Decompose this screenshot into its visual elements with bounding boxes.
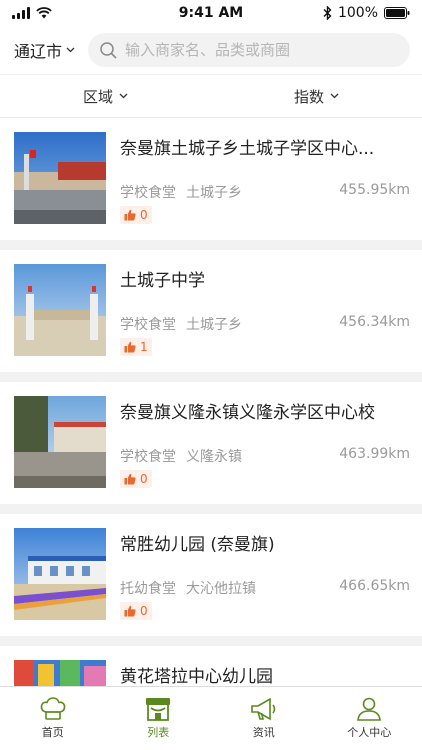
search-box[interactable] <box>88 33 410 67</box>
chef-hat-icon <box>40 697 66 720</box>
listing-category: 学校食堂 <box>120 185 176 201</box>
city-selector[interactable]: 通辽市 <box>14 38 88 62</box>
battery-status: 100% <box>323 5 410 21</box>
filter-bar: 区域 指数 <box>0 74 422 118</box>
like-count: 1 <box>140 340 148 354</box>
listing-category: 学校食堂 <box>120 449 176 465</box>
filter-region-label: 区域 <box>82 87 113 106</box>
status-bar: 9:41 AM 100% <box>0 0 422 26</box>
like-count: 0 <box>140 472 148 486</box>
listing-meta: 托幼食堂 大沁他拉镇 466.65km <box>120 578 410 598</box>
filter-index-label: 指数 <box>293 87 324 106</box>
like-badge[interactable]: 0 <box>120 470 152 488</box>
listing-area: 义隆永镇 <box>186 449 242 465</box>
thumbs-up-icon <box>124 341 136 353</box>
like-badge[interactable]: 0 <box>120 206 152 224</box>
listing-category: 学校食堂 <box>120 317 176 333</box>
tab-profile[interactable]: 个人中心 <box>317 687 422 750</box>
listing-name: 土城子中学 <box>120 271 205 291</box>
cellular-signal-icon <box>12 7 30 19</box>
search-input[interactable] <box>125 41 385 59</box>
listing-meta: 学校食堂 义隆永镇 463.99km <box>120 446 410 466</box>
battery-icon <box>384 7 410 19</box>
megaphone-icon <box>250 697 276 721</box>
tab-home[interactable]: 首页 <box>0 687 106 750</box>
listing-name: 奈曼旗义隆永镇义隆永学区中心校 <box>120 403 375 423</box>
filter-region[interactable]: 区域 <box>0 86 211 107</box>
list-item[interactable]: 奈曼旗土城子乡土城子学区中心... 学校食堂 土城子乡 455.95km 0 <box>0 118 422 240</box>
tab-news-label: 资讯 <box>252 726 275 739</box>
listing-distance: 455.95km <box>339 182 410 198</box>
listing-info: 奈曼旗义隆永镇义隆永学区中心校 学校食堂 义隆永镇 463.99km 0 <box>120 396 410 504</box>
chevron-down-icon <box>66 47 75 53</box>
list-item[interactable]: 奈曼旗义隆永镇义隆永学区中心校 学校食堂 义隆永镇 463.99km 0 <box>0 382 422 504</box>
listing-distance: 466.65km <box>339 578 410 594</box>
listing-category: 托幼食堂 <box>120 581 176 597</box>
tab-home-label: 首页 <box>41 726 64 739</box>
tab-list-label: 列表 <box>147 726 170 739</box>
signal-status <box>12 7 52 19</box>
city-label: 通辽市 <box>14 42 63 61</box>
like-badge[interactable]: 1 <box>120 338 152 356</box>
like-count: 0 <box>140 604 148 618</box>
person-icon <box>357 697 382 721</box>
listing-name: 常胜幼儿园 (奈曼旗) <box>120 535 275 555</box>
list-item[interactable]: 黄花塔拉中心幼儿园 <box>0 646 422 686</box>
listing-area: 土城子乡 <box>186 185 242 201</box>
listing-photo <box>14 660 106 686</box>
search-icon <box>100 41 117 59</box>
thumbs-up-icon <box>124 473 136 485</box>
listing-meta: 学校食堂 土城子乡 455.95km <box>120 182 410 202</box>
storefront-icon <box>146 698 171 721</box>
listing-distance: 456.34km <box>339 314 410 330</box>
listing-photo <box>14 264 106 356</box>
battery-percent: 100% <box>337 5 378 21</box>
listing-photo <box>14 396 106 488</box>
listing-info: 奈曼旗土城子乡土城子学区中心... 学校食堂 土城子乡 455.95km 0 <box>120 132 410 240</box>
thumbs-up-icon <box>124 209 136 221</box>
like-badge[interactable]: 0 <box>120 602 152 620</box>
filter-index[interactable]: 指数 <box>211 86 422 107</box>
listing-distance: 463.99km <box>339 446 410 462</box>
thumbs-up-icon <box>124 605 136 617</box>
chevron-down-icon <box>119 93 128 99</box>
list-item[interactable]: 土城子中学 学校食堂 土城子乡 456.34km 1 <box>0 250 422 372</box>
canteen-list: 奈曼旗土城子乡土城子学区中心... 学校食堂 土城子乡 455.95km 0 土… <box>0 118 422 686</box>
tab-news[interactable]: 资讯 <box>211 687 317 750</box>
wifi-icon <box>36 7 52 19</box>
listing-info: 常胜幼儿园 (奈曼旗) 托幼食堂 大沁他拉镇 466.65km 0 <box>120 528 410 636</box>
listing-name: 奈曼旗土城子乡土城子学区中心... <box>120 139 375 159</box>
listing-photo <box>14 132 106 224</box>
bluetooth-icon <box>323 6 332 20</box>
list-item[interactable]: 常胜幼儿园 (奈曼旗) 托幼食堂 大沁他拉镇 466.65km 0 <box>0 514 422 636</box>
listing-area: 大沁他拉镇 <box>186 581 256 597</box>
listing-meta: 学校食堂 土城子乡 456.34km <box>120 314 410 334</box>
chevron-down-icon <box>330 93 339 99</box>
search-header: 通辽市 <box>0 26 422 74</box>
listing-info: 黄花塔拉中心幼儿园 <box>120 660 410 686</box>
listing-info: 土城子中学 学校食堂 土城子乡 456.34km 1 <box>120 264 410 372</box>
listing-photo <box>14 528 106 620</box>
like-count: 0 <box>140 208 148 222</box>
tab-profile-label: 个人中心 <box>347 726 392 739</box>
tab-bar: 首页 列表 资讯 个人中心 <box>0 686 422 750</box>
listing-area: 土城子乡 <box>186 317 242 333</box>
tab-list[interactable]: 列表 <box>106 687 212 750</box>
listing-name: 黄花塔拉中心幼儿园 <box>120 667 273 686</box>
